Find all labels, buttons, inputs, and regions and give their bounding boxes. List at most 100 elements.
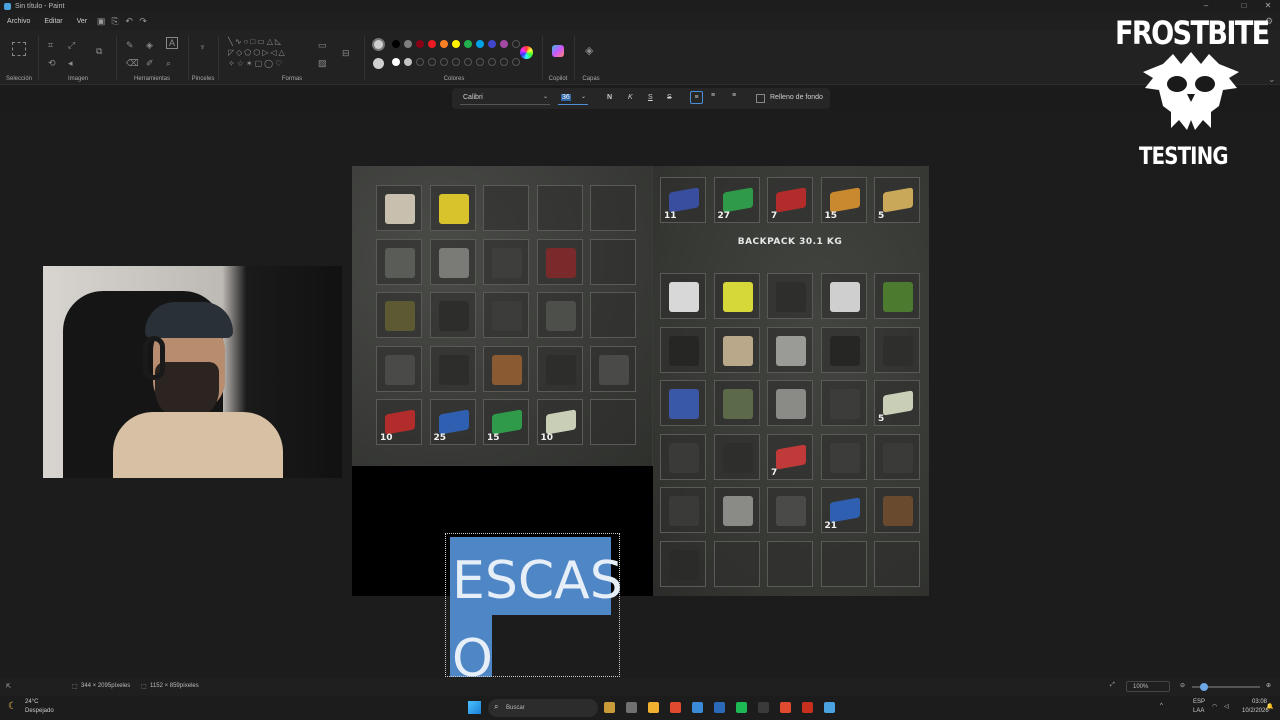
inventory-slot[interactable] [713,487,760,533]
image-select-icon[interactable]: ⧉ [96,46,102,57]
inventory-slot[interactable] [429,345,476,392]
inventory-slot[interactable] [820,380,867,426]
inventory-slot[interactable] [767,273,813,319]
color-swatch[interactable] [392,58,400,66]
weather-moon-icon[interactable]: ☾ [8,701,17,712]
inventory-slot[interactable]: 7 [767,177,813,223]
inventory-slot[interactable] [820,433,867,480]
color-swatch[interactable] [452,58,460,66]
color-swatch[interactable] [488,40,496,48]
shapes-row-3-icon[interactable]: ✧☆✶▢◯♡ [228,59,284,68]
color-swatch[interactable] [500,58,508,66]
language-code[interactable]: ESP [1193,699,1205,705]
game-icon[interactable] [802,702,813,713]
align-right-icon[interactable]: ≡ [732,92,736,99]
inventory-slot[interactable]: 27 [713,177,760,223]
inventory-slot[interactable] [874,433,920,480]
inventory-slot[interactable] [874,487,920,533]
inventory-slot[interactable] [874,326,920,373]
inventory-slot[interactable] [536,292,583,338]
paint-icon[interactable] [824,702,835,713]
inventory-slot-empty[interactable] [536,185,583,231]
fill-icon[interactable]: ◈ [146,40,153,51]
inventory-slot[interactable] [376,185,422,231]
zoom-slider-thumb[interactable] [1200,683,1208,691]
shape-fill-icon[interactable]: ▨ [318,58,327,69]
background-fill-checkbox[interactable] [756,94,765,103]
inventory-slot-empty[interactable] [590,185,636,231]
inventory-slot-empty[interactable] [874,540,920,587]
inventory-slot[interactable] [660,487,706,533]
fit-to-window-icon[interactable]: ⤢ [1110,682,1115,689]
color-swatch[interactable] [500,40,508,48]
inventory-slot[interactable] [660,326,706,373]
clock-time[interactable]: 03:08 [1252,699,1267,705]
resize-icon[interactable]: ⤢ [68,40,75,51]
zoom-out-icon[interactable]: ⊖ [1180,682,1185,689]
selection-icon[interactable] [12,42,26,56]
zoom-in-icon[interactable]: ⊕ [1266,682,1271,689]
inventory-slot[interactable] [536,238,583,285]
inventory-slot[interactable] [767,487,813,533]
menu-file[interactable]: Archivo [0,18,37,25]
inventory-slot-empty[interactable] [590,238,636,285]
inventory-slot-empty[interactable] [483,185,529,231]
eraser-icon[interactable]: ⌫ [126,58,139,69]
brave-browser-icon[interactable] [670,702,681,713]
inventory-slot[interactable]: 11 [660,177,706,223]
italic-button[interactable]: K [628,94,633,101]
shape-outline-icon[interactable]: ▭ [318,40,327,51]
inventory-slot[interactable]: 5 [874,380,920,426]
color-swatch[interactable] [512,40,520,48]
task-view-icon[interactable] [626,702,637,713]
brush-icon[interactable]: ♆ [199,42,206,52]
clock-date[interactable]: 10/2/2026 [1242,708,1269,714]
inventory-slot[interactable] [376,238,422,285]
color-swatch[interactable] [452,40,460,48]
inventory-slot[interactable]: 10 [376,399,422,445]
color-swatch[interactable] [416,40,424,48]
inventory-slot[interactable] [429,238,476,285]
align-center-icon[interactable]: ≡ [711,92,715,99]
inventory-slot[interactable] [713,326,760,373]
color-swatch[interactable] [512,58,520,66]
volume-icon[interactable]: ◁ [1224,703,1229,710]
inventory-slot[interactable] [429,185,476,231]
inventory-slot-empty[interactable] [767,540,813,587]
font-size-select[interactable]: 36 ⌄ [558,92,588,105]
inventory-slot[interactable] [713,380,760,426]
terminal-icon[interactable] [758,702,769,713]
inventory-slot[interactable]: 5 [874,177,920,223]
color-swatch[interactable] [488,58,496,66]
inventory-slot[interactable] [713,273,760,319]
copilot-icon[interactable] [552,45,564,57]
inventory-slot[interactable] [660,273,706,319]
search-box[interactable]: ⌕ Buscar [488,699,598,717]
redo-icon[interactable]: ↷ [136,14,150,28]
font-family-select[interactable]: Calibri ⌄ [460,92,550,105]
inventory-slot[interactable] [660,380,706,426]
inventory-slot[interactable]: 10 [536,399,583,445]
menu-edit[interactable]: Editar [37,18,69,25]
folder-icon[interactable] [648,702,659,713]
tray-overflow-icon[interactable]: ^ [1160,703,1163,709]
color-swatch[interactable] [464,58,472,66]
color-swatch[interactable] [428,58,436,66]
inventory-slot[interactable] [590,345,636,392]
crop-icon[interactable]: ⌗ [48,40,53,51]
save-icon[interactable]: ▣ [94,14,108,28]
inventory-slot[interactable]: 25 [429,399,476,445]
inventory-slot-empty[interactable] [590,399,636,445]
spotify-icon[interactable] [736,702,747,713]
inventory-slot[interactable]: 21 [820,487,867,533]
inventory-slot[interactable] [820,326,867,373]
text-selection-box[interactable] [445,533,620,677]
menu-view[interactable]: Ver [70,18,95,25]
inventory-slot[interactable] [483,345,529,392]
align-left-icon[interactable]: ≡ [690,91,703,104]
inventory-slot[interactable] [483,292,529,338]
undo-icon[interactable]: ↶ [122,14,136,28]
inventory-slot[interactable] [376,345,422,392]
color-swatch[interactable] [476,58,484,66]
steam-icon[interactable] [692,702,703,713]
